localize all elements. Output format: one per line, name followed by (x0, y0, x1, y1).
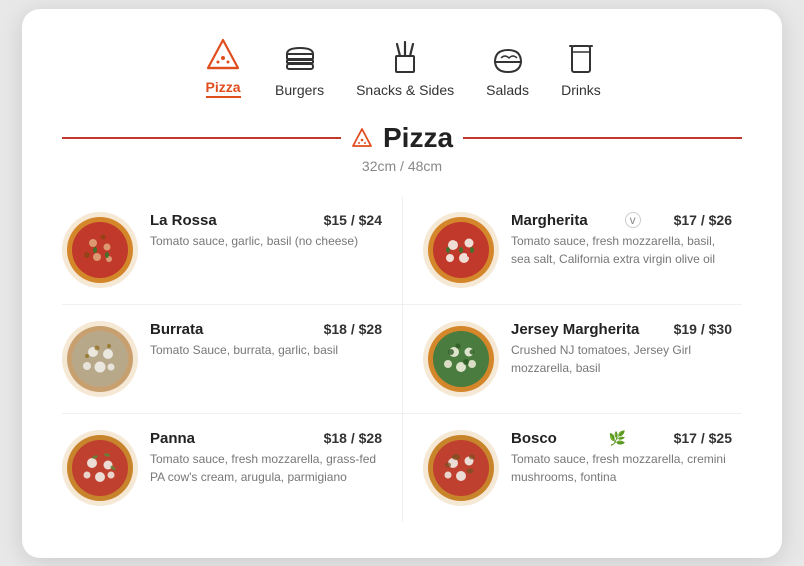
menu-text-panna: Panna $18 / $28 Tomato sauce, fresh mozz… (150, 430, 382, 486)
nav-pizza[interactable]: Pizza (203, 37, 243, 98)
fries-icon (385, 40, 425, 76)
vegetarian-badge: v (625, 212, 641, 228)
divider-right (463, 137, 742, 139)
item-price-burrata: $18 / $28 (324, 321, 382, 337)
pizza-image-jersey-margherita (423, 321, 499, 397)
main-card: Pizza Burgers (22, 9, 782, 558)
item-name-la-rossa: La Rossa (150, 212, 217, 229)
item-name-bosco: Bosco (511, 430, 557, 447)
item-desc-margherita: Tomato sauce, fresh mozzarella, basil, s… (511, 232, 732, 268)
salad-icon (488, 40, 528, 76)
section-title: Pizza (383, 122, 453, 154)
menu-text-margherita: Margherita v $17 / $26 Tomato sauce, fre… (511, 212, 732, 268)
item-desc-burrata: Tomato Sauce, burrata, garlic, basil (150, 341, 382, 359)
item-desc-la-rossa: Tomato sauce, garlic, basil (no cheese) (150, 232, 382, 250)
nav-salads[interactable]: Salads (486, 40, 529, 98)
item-name-burrata: Burrata (150, 321, 203, 338)
menu-item-margherita: Margherita v $17 / $26 Tomato sauce, fre… (402, 196, 742, 305)
menu-text-bosco: Bosco 🌿 $17 / $25 Tomato sauce, fresh mo… (511, 430, 732, 486)
pizza-image-la-rossa (62, 212, 138, 288)
nav-pizza-label: Pizza (206, 79, 241, 98)
menu-item-burrata: Burrata $18 / $28 Tomato Sauce, burrata,… (62, 305, 402, 414)
pizza-image-bosco (423, 430, 499, 506)
nav-snacks[interactable]: Snacks & Sides (356, 40, 454, 98)
item-price-bosco: $17 / $25 (674, 430, 732, 446)
category-nav: Pizza Burgers (62, 37, 742, 98)
leaf-badge-bosco: 🌿 (609, 430, 626, 447)
item-price-margherita: $17 / $26 (674, 212, 732, 228)
item-desc-bosco: Tomato sauce, fresh mozzarella, cremini … (511, 450, 732, 486)
section-subtitle: 32cm / 48cm (62, 158, 742, 174)
item-price-jersey-margherita: $19 / $30 (674, 321, 732, 337)
menu-item-panna: Panna $18 / $28 Tomato sauce, fresh mozz… (62, 414, 402, 522)
menu-grid: La Rossa $15 / $24 Tomato sauce, garlic,… (62, 196, 742, 522)
menu-text-jersey-margherita: Jersey Margherita $19 / $30 Crushed NJ t… (511, 321, 732, 377)
menu-item-bosco: Bosco 🌿 $17 / $25 Tomato sauce, fresh mo… (402, 414, 742, 522)
item-desc-panna: Tomato sauce, fresh mozzarella, grass-fe… (150, 450, 382, 486)
item-price-panna: $18 / $28 (324, 430, 382, 446)
nav-burgers-label: Burgers (275, 82, 324, 98)
item-desc-jersey-margherita: Crushed NJ tomatoes, Jersey Girl mozzare… (511, 341, 732, 377)
item-price-la-rossa: $15 / $24 (324, 212, 382, 228)
pizza-image-panna (62, 430, 138, 506)
pizza-icon (203, 37, 243, 73)
item-name-panna: Panna (150, 430, 195, 447)
menu-item-la-rossa: La Rossa $15 / $24 Tomato sauce, garlic,… (62, 196, 402, 305)
nav-snacks-label: Snacks & Sides (356, 82, 454, 98)
pizza-image-margherita (423, 212, 499, 288)
divider-left (62, 137, 341, 139)
nav-salads-label: Salads (486, 82, 529, 98)
nav-drinks-label: Drinks (561, 82, 601, 98)
menu-item-jersey-margherita: Jersey Margherita $19 / $30 Crushed NJ t… (402, 305, 742, 414)
nav-burgers[interactable]: Burgers (275, 40, 324, 98)
section-pizza-icon (351, 127, 373, 149)
drink-icon (561, 40, 601, 76)
menu-text-la-rossa: La Rossa $15 / $24 Tomato sauce, garlic,… (150, 212, 382, 250)
burger-icon (280, 40, 320, 76)
pizza-image-burrata (62, 321, 138, 397)
section-header: Pizza (62, 122, 742, 154)
item-name-margherita: Margherita (511, 212, 588, 229)
nav-drinks[interactable]: Drinks (561, 40, 601, 98)
item-name-jersey-margherita: Jersey Margherita (511, 321, 639, 338)
menu-text-burrata: Burrata $18 / $28 Tomato Sauce, burrata,… (150, 321, 382, 359)
